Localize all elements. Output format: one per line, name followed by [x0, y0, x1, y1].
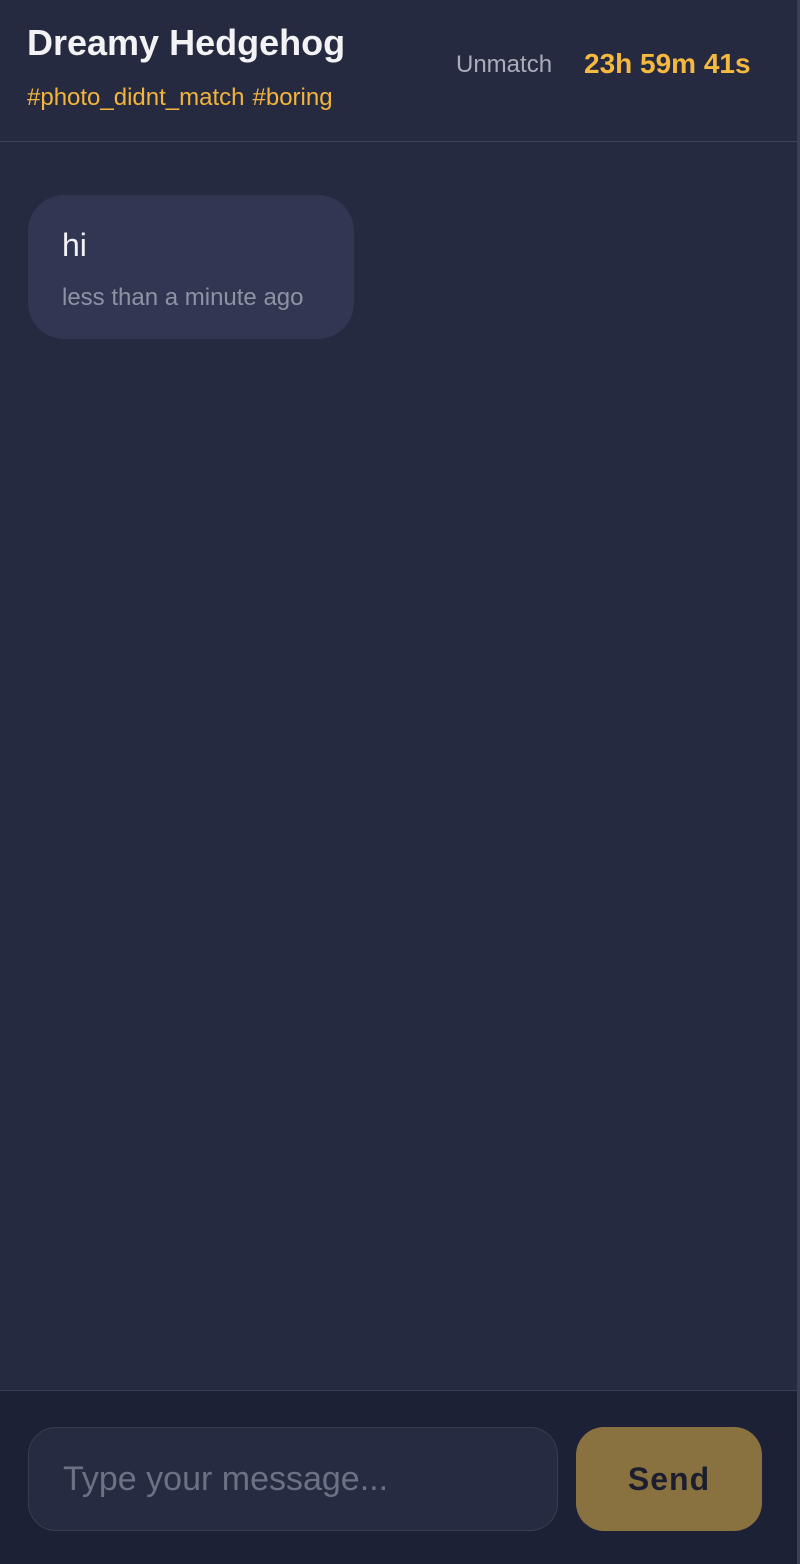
message-input[interactable]: [28, 1427, 558, 1531]
tag-list: #photo_didnt_match #boring: [27, 84, 341, 112]
tag-boring: #boring: [252, 84, 333, 111]
tag-photo-didnt-match: #photo_didnt_match: [27, 84, 245, 111]
message-bubble: hi less than a minute ago: [28, 195, 354, 339]
send-button[interactable]: Send: [576, 1427, 762, 1531]
message-timestamp: less than a minute ago: [62, 284, 304, 311]
message-list[interactable]: hi less than a minute ago: [0, 143, 797, 1390]
message-text: hi: [62, 227, 87, 263]
chat-header: Dreamy Hedgehog #photo_didnt_match #borin…: [0, 0, 797, 142]
countdown-timer: 23h 59m 41s: [584, 48, 751, 79]
match-name: Dreamy Hedgehog: [27, 22, 346, 63]
message-composer: Send: [0, 1390, 797, 1564]
chat-screen: Dreamy Hedgehog #photo_didnt_match #borin…: [0, 0, 800, 1564]
unmatch-button[interactable]: Unmatch: [456, 51, 552, 79]
